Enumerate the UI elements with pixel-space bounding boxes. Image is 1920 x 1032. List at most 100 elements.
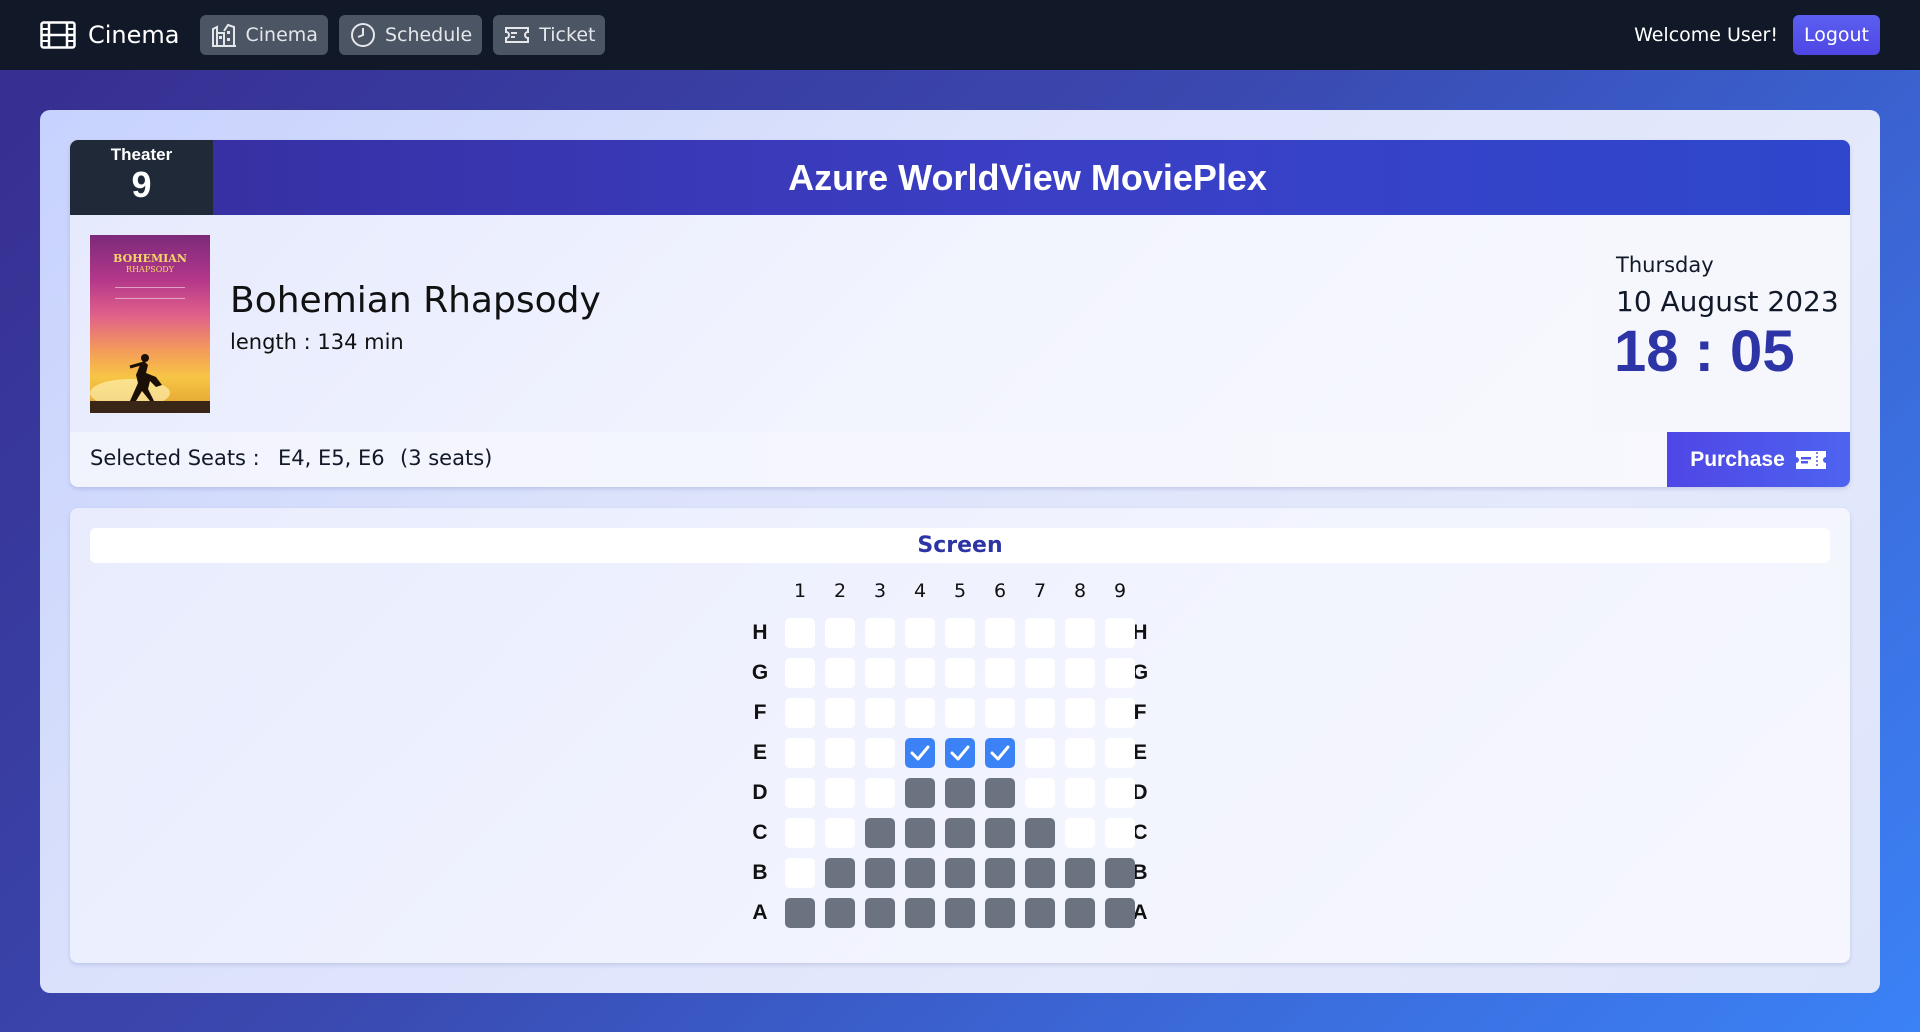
nav-links: Cinema Schedule Ticket <box>199 15 606 55</box>
seat-E5[interactable] <box>945 738 975 768</box>
seat-G7[interactable] <box>1025 658 1055 688</box>
seat-F4[interactable] <box>905 698 935 728</box>
row-label-F-left: F <box>753 701 767 724</box>
seat-D9[interactable] <box>1105 778 1135 808</box>
seat-B9 <box>1105 858 1135 888</box>
seat-E2[interactable] <box>825 738 855 768</box>
nav-cinema-button[interactable]: Cinema <box>199 15 328 55</box>
seat-H2[interactable] <box>825 618 855 648</box>
nav-cinema-label: Cinema <box>245 24 318 46</box>
seat-D2[interactable] <box>825 778 855 808</box>
column-label-8: 8 <box>1073 580 1087 602</box>
seat-B6 <box>985 858 1015 888</box>
seat-F8[interactable] <box>1065 698 1095 728</box>
brand-name: Cinema <box>88 21 180 49</box>
seat-D3[interactable] <box>865 778 895 808</box>
seat-H1[interactable] <box>785 618 815 648</box>
seat-G6[interactable] <box>985 658 1015 688</box>
row-label-A-left: A <box>752 901 768 924</box>
ticket-icon <box>505 27 530 43</box>
seat-E3[interactable] <box>865 738 895 768</box>
seat-D5 <box>945 778 975 808</box>
selected-seats-count: (3 seats) <box>400 446 493 470</box>
seat-C9[interactable] <box>1105 818 1135 848</box>
clock-icon <box>350 23 375 47</box>
poster-silhouette <box>90 354 210 413</box>
seat-C7 <box>1025 818 1055 848</box>
poster-subtitle: RHAPSODY <box>126 265 174 274</box>
seat-B7 <box>1025 858 1055 888</box>
nav-schedule-button[interactable]: Schedule <box>338 15 483 55</box>
seat-G8[interactable] <box>1065 658 1095 688</box>
seat-F6[interactable] <box>985 698 1015 728</box>
seat-G3[interactable] <box>865 658 895 688</box>
selected-seats-bar: Selected Seats : E4, E5, E6 (3 seats) Pu… <box>70 432 1850 487</box>
theater-badge: Theater 9 <box>70 140 213 215</box>
seat-F3[interactable] <box>865 698 895 728</box>
seat-D8[interactable] <box>1065 778 1095 808</box>
row-label-B-left: B <box>752 861 768 884</box>
seat-H4[interactable] <box>905 618 935 648</box>
seat-E4[interactable] <box>905 738 935 768</box>
nav-user-area: Welcome User! Logout <box>1634 15 1880 55</box>
seat-E6[interactable] <box>985 738 1015 768</box>
seat-H9[interactable] <box>1105 618 1135 648</box>
show-day: Thursday <box>1616 253 1714 277</box>
seat-G1[interactable] <box>785 658 815 688</box>
show-info-card: Theater 9 Azure WorldView MoviePlex BOHE… <box>70 140 1850 487</box>
screen-indicator: Screen <box>90 528 1830 563</box>
seat-C2[interactable] <box>825 818 855 848</box>
poster-credits <box>115 287 185 299</box>
seat-A6 <box>985 898 1015 928</box>
seat-H6[interactable] <box>985 618 1015 648</box>
seat-A7 <box>1025 898 1055 928</box>
logout-button[interactable]: Logout <box>1792 15 1880 55</box>
movie-length: length : 134 min <box>230 330 404 354</box>
seat-F7[interactable] <box>1025 698 1055 728</box>
movie-details: BOHEMIAN RHAPSODY Bohemian Rhapsody leng… <box>70 215 1592 432</box>
seat-G4[interactable] <box>905 658 935 688</box>
column-label-7: 7 <box>1033 580 1047 602</box>
seat-G5[interactable] <box>945 658 975 688</box>
column-label-4: 4 <box>913 580 927 602</box>
seat-F5[interactable] <box>945 698 975 728</box>
seat-B1[interactable] <box>785 858 815 888</box>
seat-H5[interactable] <box>945 618 975 648</box>
check-icon <box>990 745 1010 761</box>
showtime-panel: Thursday 10 August 2023 18 : 05 <box>1592 215 1850 432</box>
seat-F1[interactable] <box>785 698 815 728</box>
brand[interactable]: Cinema <box>40 21 180 49</box>
nav-schedule-label: Schedule <box>384 24 473 46</box>
nav-ticket-button[interactable]: Ticket <box>493 15 606 55</box>
seat-map: Screen 123456789HHGGFFEEDDCCBBAA <box>70 508 1850 963</box>
seat-C6 <box>985 818 1015 848</box>
seat-G9[interactable] <box>1105 658 1135 688</box>
seat-E8[interactable] <box>1065 738 1095 768</box>
column-label-3: 3 <box>873 580 887 602</box>
seat-A4 <box>905 898 935 928</box>
cinema-header: Azure WorldView MoviePlex <box>213 140 1850 215</box>
welcome-text: Welcome User! <box>1634 24 1778 46</box>
seat-C1[interactable] <box>785 818 815 848</box>
seat-H7[interactable] <box>1025 618 1055 648</box>
purchase-button[interactable]: Purchase <box>1667 432 1850 487</box>
seat-E9[interactable] <box>1105 738 1135 768</box>
seat-E1[interactable] <box>785 738 815 768</box>
seat-E7[interactable] <box>1025 738 1055 768</box>
seat-D7[interactable] <box>1025 778 1055 808</box>
cinema-name: Azure WorldView MoviePlex <box>788 156 1267 198</box>
row-label-H-left: H <box>752 621 768 644</box>
seat-C8[interactable] <box>1065 818 1095 848</box>
selected-seats-label: Selected Seats : <box>90 446 260 470</box>
seat-F9[interactable] <box>1105 698 1135 728</box>
check-icon <box>950 745 970 761</box>
seat-H8[interactable] <box>1065 618 1095 648</box>
seat-B5 <box>945 858 975 888</box>
seat-F2[interactable] <box>825 698 855 728</box>
seat-A8 <box>1065 898 1095 928</box>
row-label-D-left: D <box>752 781 768 804</box>
seat-G2[interactable] <box>825 658 855 688</box>
seat-A2 <box>825 898 855 928</box>
seat-H3[interactable] <box>865 618 895 648</box>
seat-D1[interactable] <box>785 778 815 808</box>
